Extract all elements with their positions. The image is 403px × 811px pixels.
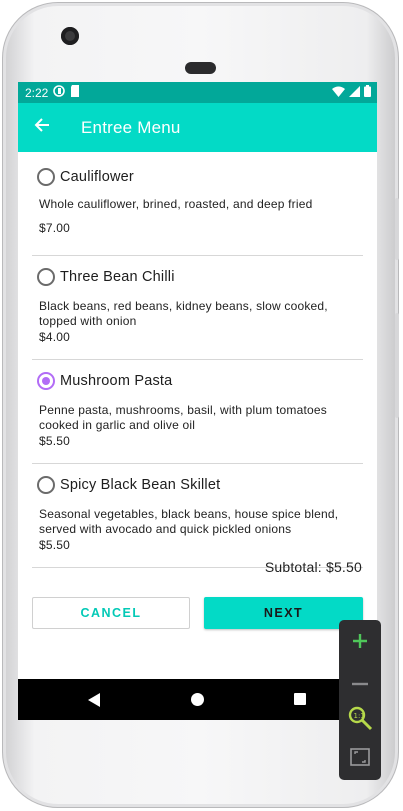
volume-button bbox=[395, 313, 399, 418]
menu-item-name: Spicy Black Bean Skillet bbox=[60, 477, 221, 493]
fit-screen-button[interactable] bbox=[339, 741, 381, 777]
menu-item-description: Seasonal vegetables, black beans, house … bbox=[39, 507, 339, 536]
page-title: Entree Menu bbox=[81, 117, 181, 137]
menu-item-price: $7.00 bbox=[39, 221, 71, 235]
status-bar: 2:22 bbox=[18, 82, 377, 103]
menu-item-row[interactable]: Mushroom Pasta bbox=[32, 366, 363, 396]
menu-item-description: Black beans, red beans, kidney beans, sl… bbox=[39, 299, 328, 328]
status-time: 2:22 bbox=[25, 85, 49, 100]
back-button[interactable] bbox=[18, 103, 66, 152]
menu-item[interactable]: Spicy Black Bean Skillet Seasonal vegeta… bbox=[32, 470, 363, 568]
emulator-zoom-panel: 1:1 bbox=[339, 620, 381, 780]
menu-list: Cauliflower Whole cauliflower, brined, r… bbox=[32, 162, 363, 568]
power-button bbox=[395, 198, 399, 260]
menu-item-row[interactable]: Three Bean Chilli bbox=[32, 262, 363, 292]
sd-card-icon bbox=[70, 85, 80, 100]
menu-item-name: Three Bean Chilli bbox=[60, 269, 175, 285]
device-screen: 2:22 Entree Menu Cauliflower Whole cauli… bbox=[18, 82, 377, 720]
radio-button[interactable] bbox=[37, 476, 55, 494]
nav-home-icon[interactable] bbox=[191, 693, 204, 706]
signal-icon bbox=[349, 85, 360, 100]
arrow-left-icon bbox=[34, 117, 50, 138]
status-right-icons bbox=[332, 85, 371, 100]
cancel-button[interactable]: CANCEL bbox=[32, 597, 190, 629]
radio-button[interactable] bbox=[37, 268, 55, 286]
radio-button[interactable] bbox=[37, 168, 55, 186]
radio-button-selected[interactable] bbox=[37, 372, 55, 390]
menu-item-name: Mushroom Pasta bbox=[60, 373, 173, 389]
menu-item[interactable]: Three Bean Chilli Black beans, red beans… bbox=[32, 262, 363, 360]
menu-item-price: $4.00 bbox=[39, 330, 71, 344]
menu-item-description: Penne pasta, mushrooms, basil, with plum… bbox=[39, 403, 327, 432]
system-nav-bar bbox=[18, 679, 377, 720]
app-bar: Entree Menu bbox=[18, 103, 377, 152]
magnifier-button[interactable]: 1:1 bbox=[339, 702, 381, 738]
zoom-out-button[interactable] bbox=[339, 664, 381, 700]
magnifier-icon: 1:1 bbox=[347, 705, 373, 736]
earpiece-speaker bbox=[185, 62, 216, 74]
menu-item-price: $5.50 bbox=[39, 434, 71, 448]
menu-item[interactable]: Cauliflower Whole cauliflower, brined, r… bbox=[32, 162, 363, 256]
svg-text:1:1: 1:1 bbox=[354, 712, 365, 720]
wifi-icon bbox=[332, 86, 345, 100]
menu-item-row[interactable]: Cauliflower bbox=[32, 162, 363, 192]
subtotal-text: Subtotal: $5.50 bbox=[264, 559, 362, 575]
menu-item-description: Whole cauliflower, brined, roasted, and … bbox=[39, 197, 313, 211]
nav-back-icon[interactable] bbox=[88, 693, 100, 707]
zoom-out-icon bbox=[352, 673, 368, 691]
menu-item-row[interactable]: Spicy Black Bean Skillet bbox=[32, 470, 363, 500]
zoom-in-button[interactable] bbox=[339, 625, 381, 661]
menu-item-name: Cauliflower bbox=[60, 169, 134, 185]
menu-item[interactable]: Mushroom Pasta Penne pasta, mushrooms, b… bbox=[32, 366, 363, 464]
app-notification-icon bbox=[53, 85, 66, 100]
battery-icon bbox=[364, 85, 371, 100]
menu-item-price: $5.50 bbox=[39, 538, 71, 552]
nav-recents-icon[interactable] bbox=[294, 693, 306, 705]
front-camera bbox=[61, 27, 79, 45]
fit-screen-icon bbox=[350, 747, 370, 771]
zoom-in-icon bbox=[352, 633, 368, 654]
